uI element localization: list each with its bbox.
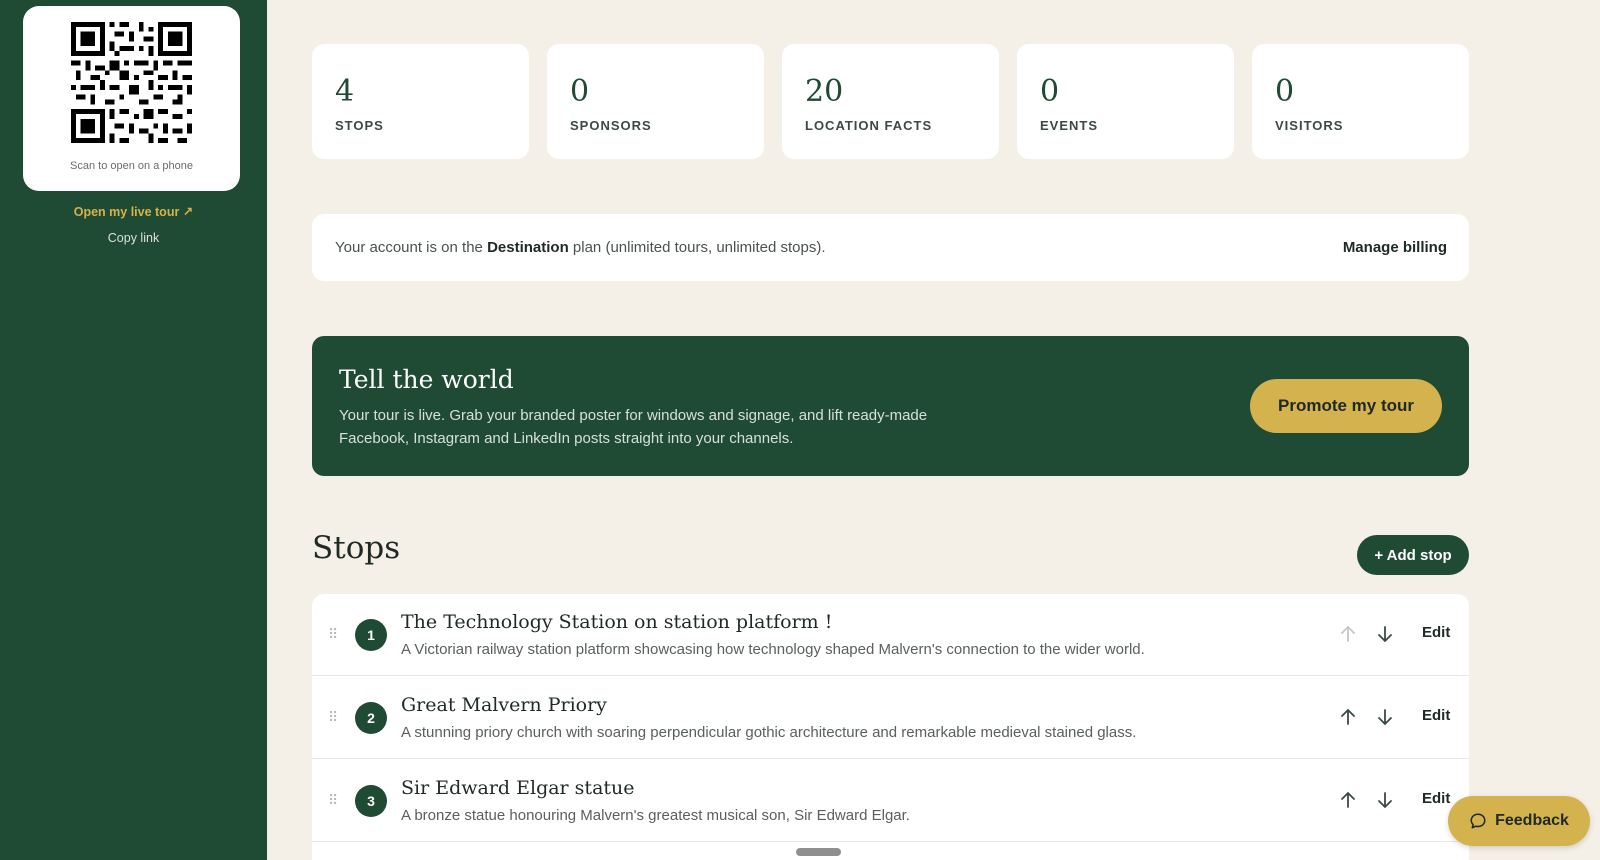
stat-value: 4 [335, 74, 355, 109]
stop-row: ⠿ 1 The Technology Station on station pl… [312, 594, 1469, 676]
move-up-icon[interactable] [1337, 623, 1359, 645]
plan-prefix: Your account is on the [335, 239, 488, 256]
add-stop-button[interactable]: + Add stop [1357, 535, 1469, 575]
stops-list: ⠿ 1 The Technology Station on station pl… [312, 594, 1469, 860]
stop-description: A stunning priory church with soaring pe… [401, 724, 1137, 741]
move-down-icon[interactable] [1374, 623, 1396, 645]
stop-description: A Victorian railway station platform sho… [401, 641, 1145, 658]
feedback-button[interactable]: Feedback [1448, 796, 1590, 846]
promo-banner: Tell the world Your tour is live. Grab y… [312, 336, 1469, 476]
drag-handle-icon[interactable]: ⠿ [328, 626, 338, 642]
move-down-icon[interactable] [1374, 789, 1396, 811]
stop-title: Sir Edward Elgar statue [401, 777, 635, 799]
feedback-label: Feedback [1495, 812, 1569, 829]
open-live-tour-link[interactable]: Open my live tour ↗ [0, 204, 267, 219]
stop-number-badge: 2 [355, 702, 387, 734]
stat-card-events: 0 EVENTS [1017, 44, 1234, 159]
stat-value: 0 [1275, 74, 1295, 109]
stat-card-sponsors: 0 SPONSORS [547, 44, 764, 159]
stat-value: 0 [570, 74, 590, 109]
sidebar: Scan to open on a phone Open my live tou… [0, 0, 267, 860]
qr-caption: Scan to open on a phone [70, 160, 193, 172]
promo-body: Your tour is live. Grab your branded pos… [339, 407, 928, 447]
stat-label: LOCATION FACTS [805, 118, 933, 133]
stat-label: VISITORS [1275, 118, 1344, 133]
stop-row: ⠿ 3 Sir Edward Elgar statue A bronze sta… [312, 760, 1469, 842]
stat-label: EVENTS [1040, 118, 1099, 133]
promote-tour-button[interactable]: Promote my tour [1250, 379, 1442, 433]
stop-title: The Technology Station on station platfo… [401, 611, 833, 633]
stop-number-badge: 3 [355, 785, 387, 817]
promo-title: Tell the world [339, 365, 514, 394]
stat-card-location-facts: 20 LOCATION FACTS [782, 44, 999, 159]
stop-row: ⠿ 2 Great Malvern Priory A stunning prio… [312, 677, 1469, 759]
qr-card: Scan to open on a phone [23, 6, 240, 191]
edit-stop-button[interactable]: Edit [1422, 624, 1450, 641]
stat-card-visitors: 0 VISITORS [1252, 44, 1469, 159]
stop-description: A bronze statue honouring Malvern's grea… [401, 807, 910, 824]
qr-code [71, 22, 192, 143]
stops-heading: Stops [312, 530, 401, 566]
move-up-icon[interactable] [1337, 706, 1359, 728]
move-down-icon[interactable] [1374, 706, 1396, 728]
copy-link-button[interactable]: Copy link [0, 231, 267, 245]
stop-title: Great Malvern Priory [401, 694, 607, 716]
drag-handle-icon[interactable]: ⠿ [328, 709, 338, 725]
stat-label: STOPS [335, 118, 384, 133]
scroll-handle[interactable] [796, 848, 841, 856]
stop-number-badge: 1 [355, 619, 387, 651]
drag-handle-icon[interactable]: ⠿ [328, 792, 338, 808]
plan-banner: Your account is on the Destination plan … [312, 214, 1469, 281]
manage-billing-link[interactable]: Manage billing [1343, 239, 1447, 256]
stat-label: SPONSORS [570, 118, 652, 133]
stat-card-stops: 4 STOPS [312, 44, 529, 159]
edit-stop-button[interactable]: Edit [1422, 790, 1450, 807]
stat-value: 20 [805, 74, 844, 109]
edit-stop-button[interactable]: Edit [1422, 707, 1450, 724]
plan-text: Your account is on the Destination plan … [335, 239, 826, 256]
move-up-icon[interactable] [1337, 789, 1359, 811]
chat-bubble-icon [1470, 813, 1486, 829]
stat-value: 0 [1040, 74, 1060, 109]
plan-name: Destination [487, 239, 569, 256]
plan-suffix: plan (unlimited tours, unlimited stops). [568, 239, 826, 256]
